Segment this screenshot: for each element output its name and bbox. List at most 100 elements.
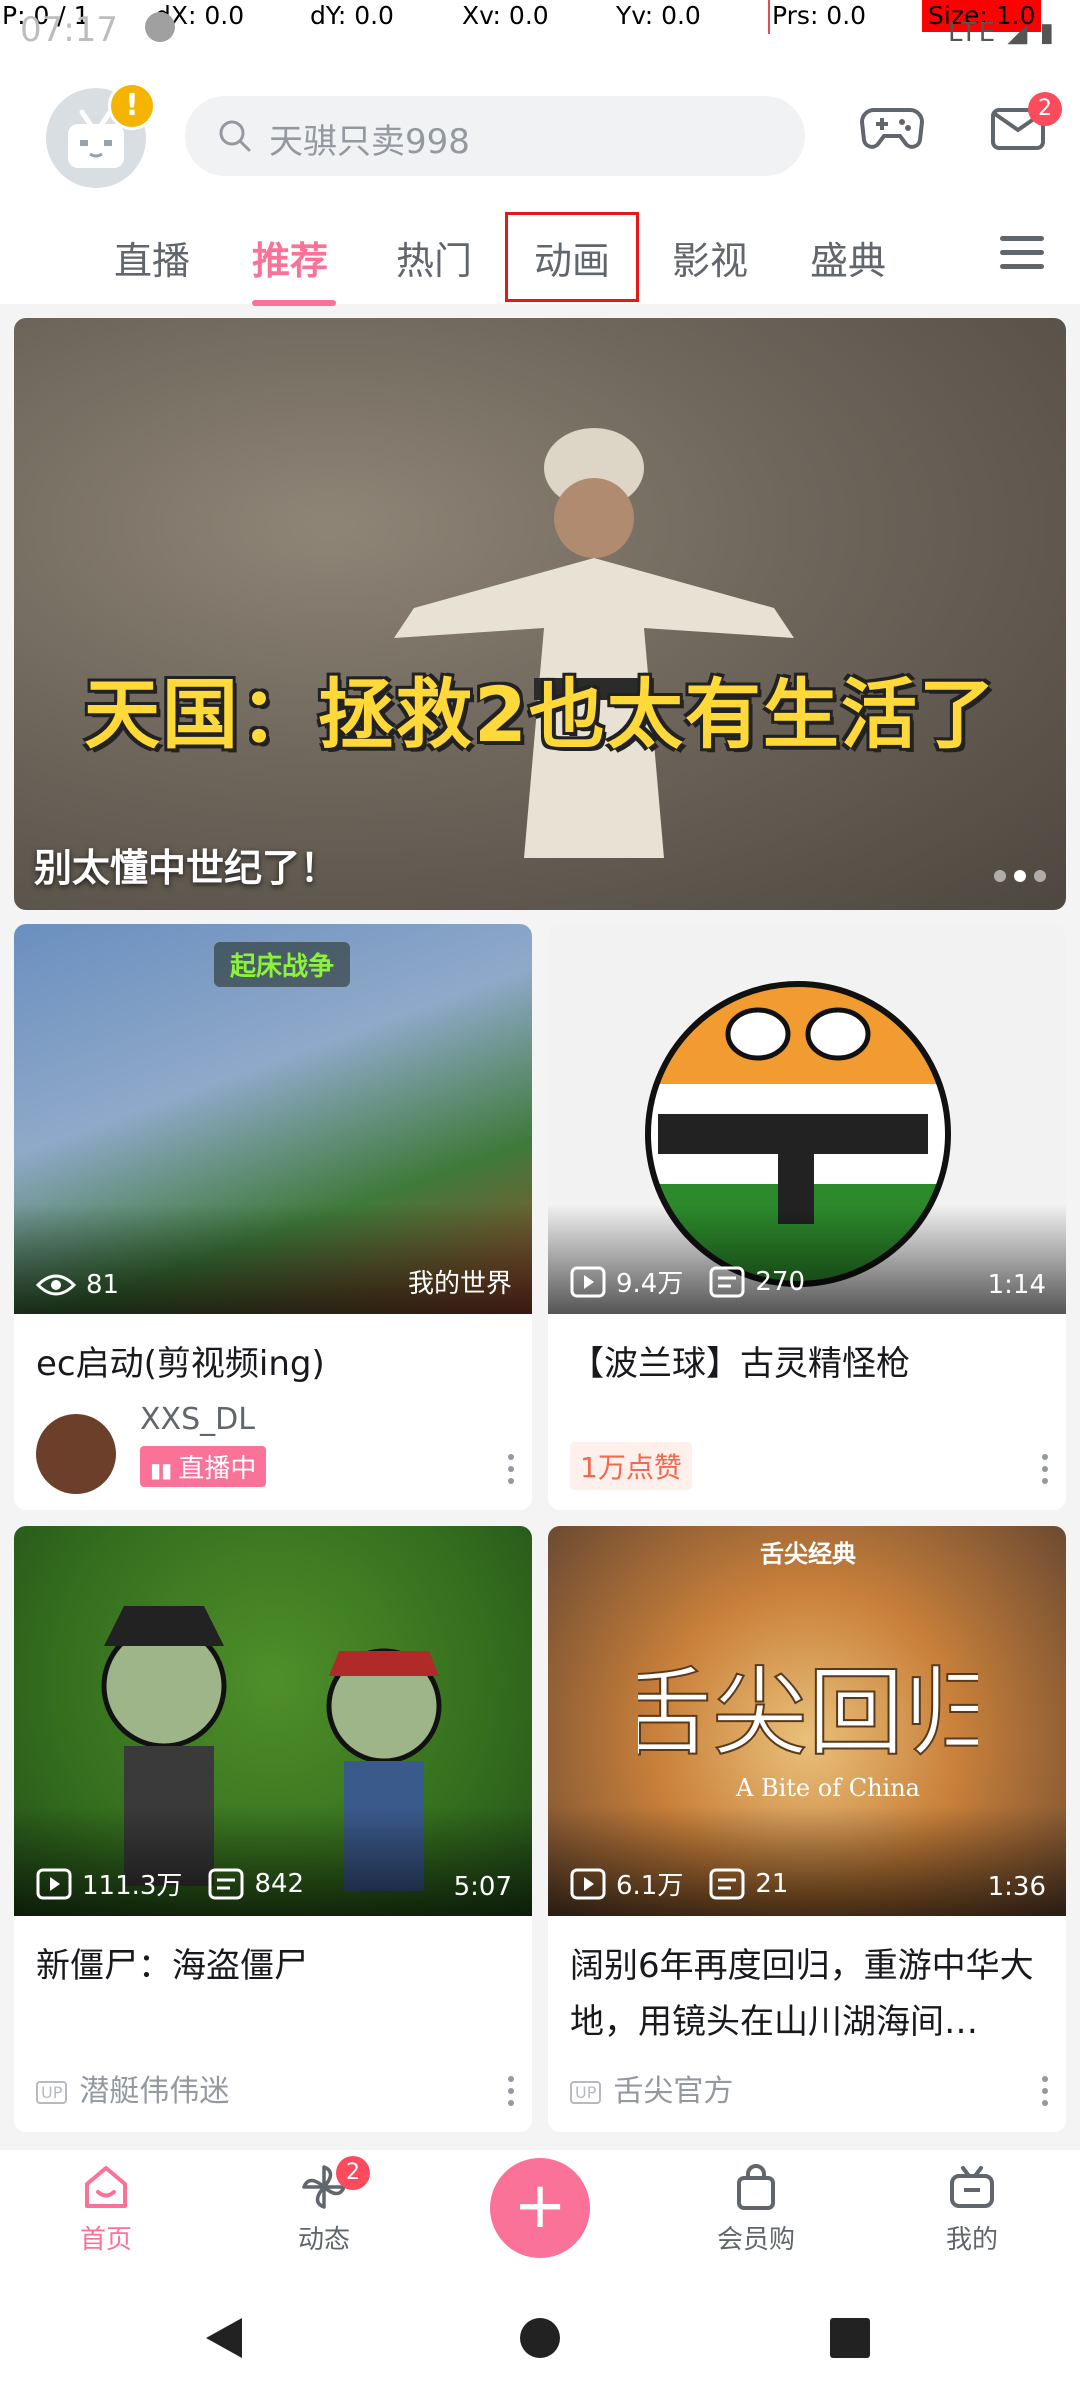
uploader-avatar[interactable] <box>36 1414 116 1494</box>
view-count: 111.3万 842 <box>36 1865 304 1902</box>
bottom-navigation: 首页 动态 2 + 会员购 我的 <box>0 2150 1080 2278</box>
svg-text:舌尖回归: 舌尖回归 <box>638 1657 978 1769</box>
view-count: 9.4万 270 <box>570 1263 805 1300</box>
uploader: UP 潜艇伟伟迷 <box>36 2066 229 2110</box>
gamepad-icon <box>859 108 925 149</box>
view-count: 6.1万 21 <box>570 1865 788 1902</box>
tab-film[interactable]: 影视 <box>672 230 748 285</box>
danmaku-icon <box>709 1266 745 1297</box>
uploader-name: 舌尖官方 <box>613 2074 734 2109</box>
video-thumbnail: 111.3万 842 5:07 <box>14 1526 532 1916</box>
view-count: 81 <box>36 1270 119 1300</box>
publish-button[interactable]: + <box>490 2158 590 2258</box>
shopping-bag-icon <box>737 2164 775 2210</box>
status-app-icon <box>145 12 175 42</box>
danmaku-icon <box>208 1868 244 1899</box>
video-card-4[interactable]: 舌尖经典 舌尖回归 A Bite of China 6.1万 21 1:36 阔… <box>548 1526 1066 2132</box>
search-bar[interactable]: 天骐只卖998 <box>185 96 805 176</box>
back-icon[interactable] <box>200 2314 248 2362</box>
nav-dynamic-label: 动态 <box>297 2225 350 2255</box>
play-count-icon <box>36 1868 72 1899</box>
nav-dynamic[interactable]: 动态 2 <box>264 2156 384 2256</box>
avatar-alert-badge: ! <box>108 82 156 130</box>
svg-text:A Bite of China: A Bite of China <box>735 1774 920 1802</box>
thumbnail-badge: 舌尖经典 <box>760 1540 856 1568</box>
danmaku-count-text: 21 <box>755 1868 789 1899</box>
game-center-button[interactable] <box>859 100 925 160</box>
active-tab-indicator <box>252 300 336 306</box>
thumbnail-badge: 起床战争 <box>214 942 351 987</box>
view-count-text: 81 <box>86 1270 120 1300</box>
live-bars-icon: ▮▮ <box>150 1458 179 1482</box>
danmaku-icon <box>709 1868 745 1899</box>
banner-carousel[interactable]: 天国：拯救2也太有生活了 别太懂中世纪了！ <box>14 318 1066 910</box>
banner-caption: 别太懂中世纪了！ <box>34 846 339 890</box>
uploader-name: 潜艇伟伟迷 <box>79 2074 230 2109</box>
home-circle-icon[interactable] <box>516 2314 564 2362</box>
video-card-2[interactable]: 9.4万 270 1:14 【波兰球】古灵精怪枪 1万点赞 <box>548 924 1066 1510</box>
tab-hot[interactable]: 热门 <box>396 230 472 285</box>
up-tag-icon: UP <box>570 2081 602 2104</box>
up-tag-icon: UP <box>36 2081 68 2104</box>
debug-xv: Xv: 0.0 <box>462 1 549 30</box>
uploader-name: XXS_DL <box>140 1402 255 1437</box>
play-count-icon <box>570 1266 606 1297</box>
video-title: 【波兰球】古灵精怪枪 <box>570 1344 910 1384</box>
video-title: 阔别6年再度回归，重游中华大地，用镜头在山川湖海间… <box>570 1946 1034 2042</box>
category-tag: 我的世界 <box>407 1269 512 1299</box>
nav-shop[interactable]: 会员购 <box>696 2162 816 2256</box>
banner-headline: 天国：拯救2也太有生活了 <box>84 670 997 759</box>
home-icon <box>85 2166 127 2208</box>
status-network: LTE ◢ ▮ <box>947 18 1056 48</box>
nav-home-label: 首页 <box>79 2225 132 2255</box>
more-menu-icon[interactable] <box>1042 1454 1048 1490</box>
more-menu-icon[interactable] <box>1042 2076 1048 2112</box>
carousel-dots <box>986 867 1046 886</box>
more-menu-icon[interactable] <box>508 1454 514 1490</box>
video-thumbnail: 舌尖经典 舌尖回归 A Bite of China 6.1万 21 1:36 <box>548 1526 1066 1916</box>
tab-festival[interactable]: 盛典 <box>810 230 886 285</box>
status-time: 07:17 <box>20 10 118 50</box>
debug-dy: dY: 0.0 <box>310 1 394 30</box>
tab-anime-highlight-box <box>505 212 639 302</box>
video-thumbnail: 起床战争 81 我的世界 <box>14 924 532 1314</box>
messages-button[interactable]: 2 <box>990 92 1062 156</box>
video-thumbnail: 9.4万 270 1:14 <box>548 924 1066 1314</box>
search-icon <box>219 120 251 152</box>
debug-pressure: Prs: 0.0 <box>772 1 867 30</box>
live-badge: ▮▮ 直播中 <box>140 1446 267 1487</box>
play-count-icon <box>570 1868 606 1899</box>
debug-divider <box>768 0 770 34</box>
tv-icon <box>950 2166 994 2208</box>
view-count-text: 111.3万 <box>82 1871 183 1901</box>
channel-menu-icon[interactable] <box>1000 236 1044 276</box>
view-count-text: 6.1万 <box>616 1871 684 1901</box>
network-label: LTE <box>947 18 998 48</box>
video-title: 新僵尸：海盗僵尸 <box>36 1946 308 1986</box>
banner-figure-image <box>394 428 794 858</box>
nav-shop-label: 会员购 <box>716 2225 795 2255</box>
nav-mine-label: 我的 <box>945 2225 998 2255</box>
nav-mine[interactable]: 我的 <box>912 2162 1032 2256</box>
view-count-text: 9.4万 <box>616 1269 684 1299</box>
nav-home[interactable]: 首页 <box>46 2162 166 2256</box>
search-placeholder: 天骐只卖998 <box>269 122 470 162</box>
danmaku-count-text: 270 <box>755 1266 805 1297</box>
system-navigation-bar <box>0 2278 1080 2400</box>
show-logo-image: 舌尖回归 A Bite of China <box>638 1656 978 1802</box>
recents-icon[interactable] <box>828 2316 872 2360</box>
danmaku-count-text: 842 <box>254 1868 305 1899</box>
dynamic-badge: 2 <box>336 2156 370 2190</box>
eye-icon <box>36 1274 76 1296</box>
video-card-1[interactable]: 起床战争 81 我的世界 ec启动(剪视频ing) XXS_DL ▮▮ 直播中 <box>14 924 532 1510</box>
uploader: UP 舌尖官方 <box>570 2066 733 2110</box>
live-badge-text: 直播中 <box>178 1454 257 1484</box>
debug-yv: Yv: 0.0 <box>616 1 701 30</box>
tab-live[interactable]: 直播 <box>114 230 190 285</box>
video-duration: 1:36 <box>987 1872 1046 1902</box>
video-card-3[interactable]: 111.3万 842 5:07 新僵尸：海盗僵尸 UP 潜艇伟伟迷 <box>14 1526 532 2132</box>
tab-recommend[interactable]: 推荐 <box>252 230 328 285</box>
video-duration: 1:14 <box>987 1270 1046 1300</box>
likes-badge: 1万点赞 <box>570 1442 692 1490</box>
more-menu-icon[interactable] <box>508 2076 514 2112</box>
